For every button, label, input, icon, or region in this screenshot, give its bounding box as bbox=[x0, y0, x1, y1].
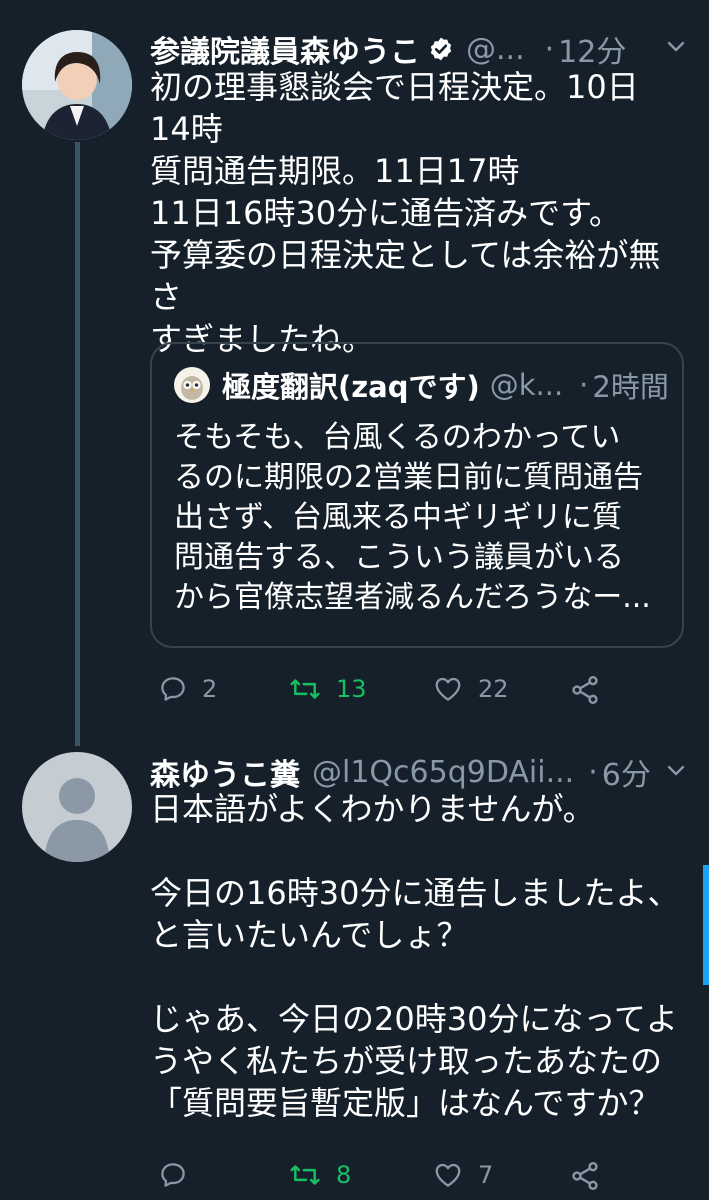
tweet-header: 参議院議員森ゆうこ @... · 12分 bbox=[150, 27, 626, 71]
share-icon bbox=[572, 1162, 598, 1190]
scrollbar[interactable] bbox=[703, 865, 709, 985]
thread-connector-line bbox=[75, 142, 80, 746]
reply-button[interactable] bbox=[158, 1160, 202, 1190]
separator-dot: · bbox=[544, 31, 555, 67]
separator-dot: · bbox=[588, 754, 598, 790]
like-button[interactable]: 22 bbox=[432, 674, 509, 704]
heart-icon bbox=[435, 1163, 461, 1187]
reply-count: 2 bbox=[202, 675, 218, 703]
like-count: 22 bbox=[478, 675, 509, 703]
retweet-button[interactable]: 8 bbox=[288, 1160, 351, 1190]
avatar-photo bbox=[22, 30, 132, 140]
quoted-avatar bbox=[174, 367, 210, 403]
separator-dot: · bbox=[579, 368, 589, 402]
chevron-down-icon[interactable] bbox=[664, 758, 688, 782]
handle[interactable]: @... bbox=[466, 32, 525, 67]
tweet-text: 日本語がよくわかりませんが。 今日の16時30分に通告しましたよ、 と言いたいん… bbox=[150, 790, 680, 1122]
owl-icon bbox=[181, 376, 203, 400]
reply-icon bbox=[161, 1163, 185, 1187]
quoted-handle[interactable]: @k... bbox=[490, 368, 563, 402]
quoted-tweet-text: そもそも、台風くるのわかってい るのに期限の2営業日前に質問通告 出さず、台風来… bbox=[174, 420, 651, 615]
verified-badge-icon bbox=[430, 37, 452, 61]
quoted-timestamp[interactable]: 2時間 bbox=[592, 364, 668, 406]
retweet-icon bbox=[290, 1165, 320, 1185]
heart-icon bbox=[435, 677, 461, 701]
handle[interactable]: @l1Qc65q9DAii... bbox=[312, 755, 574, 790]
reply-icon bbox=[161, 677, 185, 701]
retweet-button[interactable]: 13 bbox=[288, 674, 367, 704]
quoted-tweet-card[interactable]: 極度翻訳(zaqです) @k... · 2時間 そもそも、台風くるのわかってい … bbox=[150, 342, 684, 648]
share-icon bbox=[572, 676, 598, 704]
reply-button[interactable]: 2 bbox=[158, 674, 217, 704]
retweet-count: 8 bbox=[336, 1161, 352, 1189]
tweet-text: 初の理事懇談会で日程決定。10日 14時 質問通告期限。11日17時 11日16… bbox=[150, 68, 661, 358]
share-button[interactable] bbox=[569, 1160, 601, 1192]
display-name[interactable]: 参議院議員森ゆうこ bbox=[150, 27, 420, 71]
retweet-icon bbox=[290, 679, 320, 699]
avatar[interactable] bbox=[22, 752, 132, 862]
share-button[interactable] bbox=[569, 674, 601, 706]
quoted-tweet-header: 極度翻訳(zaqです) @k... · 2時間 bbox=[174, 364, 669, 406]
quoted-display-name[interactable]: 極度翻訳(zaqです) bbox=[222, 364, 480, 406]
retweet-count: 13 bbox=[336, 675, 367, 703]
chevron-down-icon[interactable] bbox=[664, 34, 688, 58]
avatar[interactable] bbox=[22, 30, 132, 140]
like-count: 7 bbox=[478, 1161, 494, 1189]
timestamp[interactable]: 12分 bbox=[558, 27, 626, 71]
like-button[interactable]: 7 bbox=[432, 1160, 493, 1190]
default-avatar-icon bbox=[22, 752, 132, 862]
